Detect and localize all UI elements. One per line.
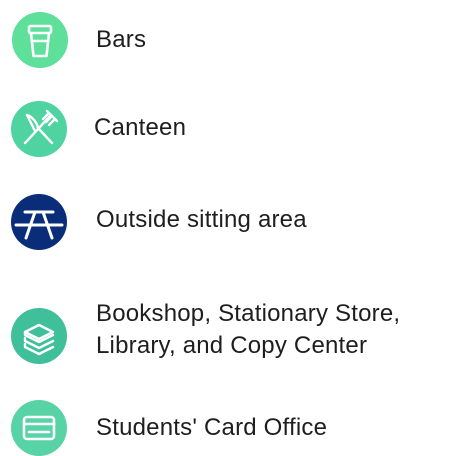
- legend-label-bookshop-line-2: Library, and Copy Center: [96, 332, 368, 359]
- legend-label-bookshop-line-1: Bookshop, Stationary Store,: [96, 300, 401, 327]
- fork-knife-icon: [11, 101, 67, 157]
- map-legend: Bars Canteen Outside sitting area Booksh…: [0, 0, 466, 456]
- books-icon: [11, 308, 67, 364]
- legend-label-bars: Bars: [96, 26, 147, 53]
- legend-label-outside-sitting-area: Outside sitting area: [96, 206, 307, 233]
- cup-icon: [12, 12, 68, 68]
- legend-label-canteen: Canteen: [94, 114, 187, 141]
- legend-label-students-card-office: Students' Card Office: [96, 414, 328, 441]
- legend-label-bookshop: Bookshop, Stationary Store, Library, and…: [96, 298, 400, 362]
- picnic-table-icon: [11, 194, 67, 250]
- card-icon: [11, 400, 67, 456]
